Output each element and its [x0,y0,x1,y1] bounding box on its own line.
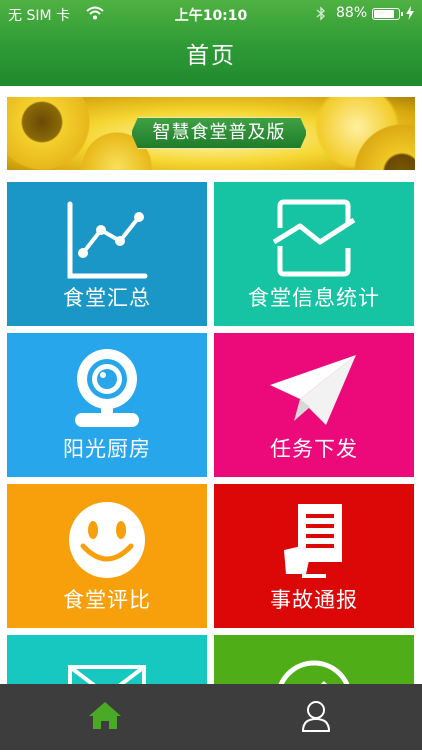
webcam-icon [7,341,207,433]
tile-label: 食堂汇总 [63,286,151,310]
tile-canteen-summary[interactable]: 食堂汇总 [7,182,207,326]
feature-grid: 食堂汇总 食堂信息统计 阳光厨房 任务下发 食堂评比 事故通报 [7,182,415,684]
tab-profile[interactable] [211,684,422,750]
tile-canteen-rating[interactable]: 食堂评比 [7,484,207,628]
paper-plane-icon [214,341,414,433]
tab-bar [0,684,422,750]
tile-canteen-stats[interactable]: 食堂信息统计 [214,182,414,326]
edit-pencil-icon [214,643,414,684]
user-icon [301,701,331,732]
line-chart-icon [7,190,207,282]
tile-incident-report[interactable]: 事故通报 [214,484,414,628]
tile-task-dispatch[interactable]: 任务下发 [214,333,414,477]
bluetooth-icon [316,6,326,25]
app-header: 无 SIM 卡 上午10:10 88% 首页 [0,0,422,86]
trend-chart-icon [214,190,414,282]
tile-sunshine-kitchen[interactable]: 阳光厨房 [7,333,207,477]
battery-percent: 88% [336,5,368,21]
page-title: 首页 [186,43,236,69]
tile-messages[interactable] [7,635,207,684]
battery-fill [374,10,394,18]
charging-icon [406,6,414,24]
status-bar: 无 SIM 卡 上午10:10 88% [0,0,422,28]
tile-label: 食堂评比 [63,588,151,612]
banner-title: 智慧食堂普及版 [131,117,307,149]
battery-icon [372,8,403,20]
envelope-icon [7,643,207,684]
home-icon [89,702,121,729]
tile-label: 阳光厨房 [63,437,151,461]
tile-label: 食堂信息统计 [248,286,380,310]
report-document-icon [214,492,414,584]
tab-home[interactable] [0,684,211,750]
smiley-face-icon [7,492,207,584]
tile-label: 事故通报 [270,588,358,612]
banner[interactable]: 智慧食堂普及版 [7,97,415,170]
tile-label: 任务下发 [270,437,358,461]
tile-edit[interactable] [214,635,414,684]
